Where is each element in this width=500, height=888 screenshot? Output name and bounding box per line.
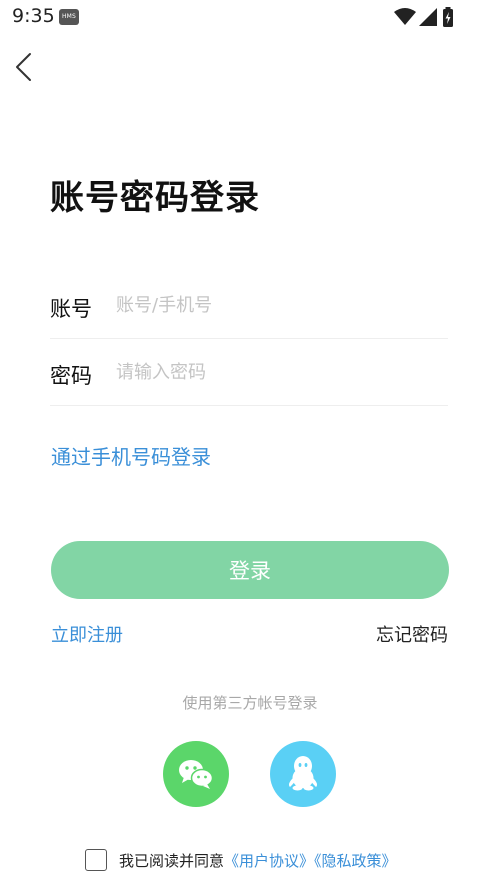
wechat-icon [179,760,214,789]
agreement-text: 我已阅读并同意《用户协议》《隐私政策》 [119,850,397,871]
password-label: 密码 [50,364,92,388]
status-icons [394,7,464,27]
page-title: 账号密码登录 [50,178,260,218]
account-input[interactable] [116,287,436,323]
qq-login-button[interactable] [270,741,336,807]
phone-login-link[interactable]: 通过手机号码登录 [51,441,211,470]
login-page: 9:35 HMS 账号密码登录 账号 密码 通过手机号码登录 [0,0,500,888]
user-agreement-link[interactable]: 《用户协议》 [224,852,314,870]
battery-charging-icon [443,7,453,27]
wifi-icon [394,8,416,25]
status-bar: 9:35 HMS [0,0,500,34]
third-party-login-label: 使用第三方帐号登录 [182,694,318,712]
privacy-policy-link[interactable]: 《隐私政策》 [314,852,397,870]
agreement-label: 我已阅读并同意 [119,852,225,870]
agreement-checkbox[interactable] [85,849,107,871]
wechat-login-button[interactable] [163,741,229,807]
login-button[interactable]: 登录 [51,541,449,599]
account-label: 账号 [50,297,92,321]
status-time: 9:35 [12,5,55,27]
password-input[interactable] [116,354,436,390]
signal-icon [419,8,437,26]
agreement: 我已阅读并同意《用户协议》《隐私政策》 [85,848,445,872]
qq-penguin-icon [289,756,317,791]
chevron-left-icon [16,53,31,81]
back-button[interactable] [10,48,42,86]
register-link[interactable]: 立即注册 [51,621,123,647]
forgot-password-link[interactable]: 忘记密码 [376,621,448,647]
account-row: 账号 [50,273,448,339]
hms-badge: HMS [59,9,79,25]
password-row: 密码 [50,340,448,406]
